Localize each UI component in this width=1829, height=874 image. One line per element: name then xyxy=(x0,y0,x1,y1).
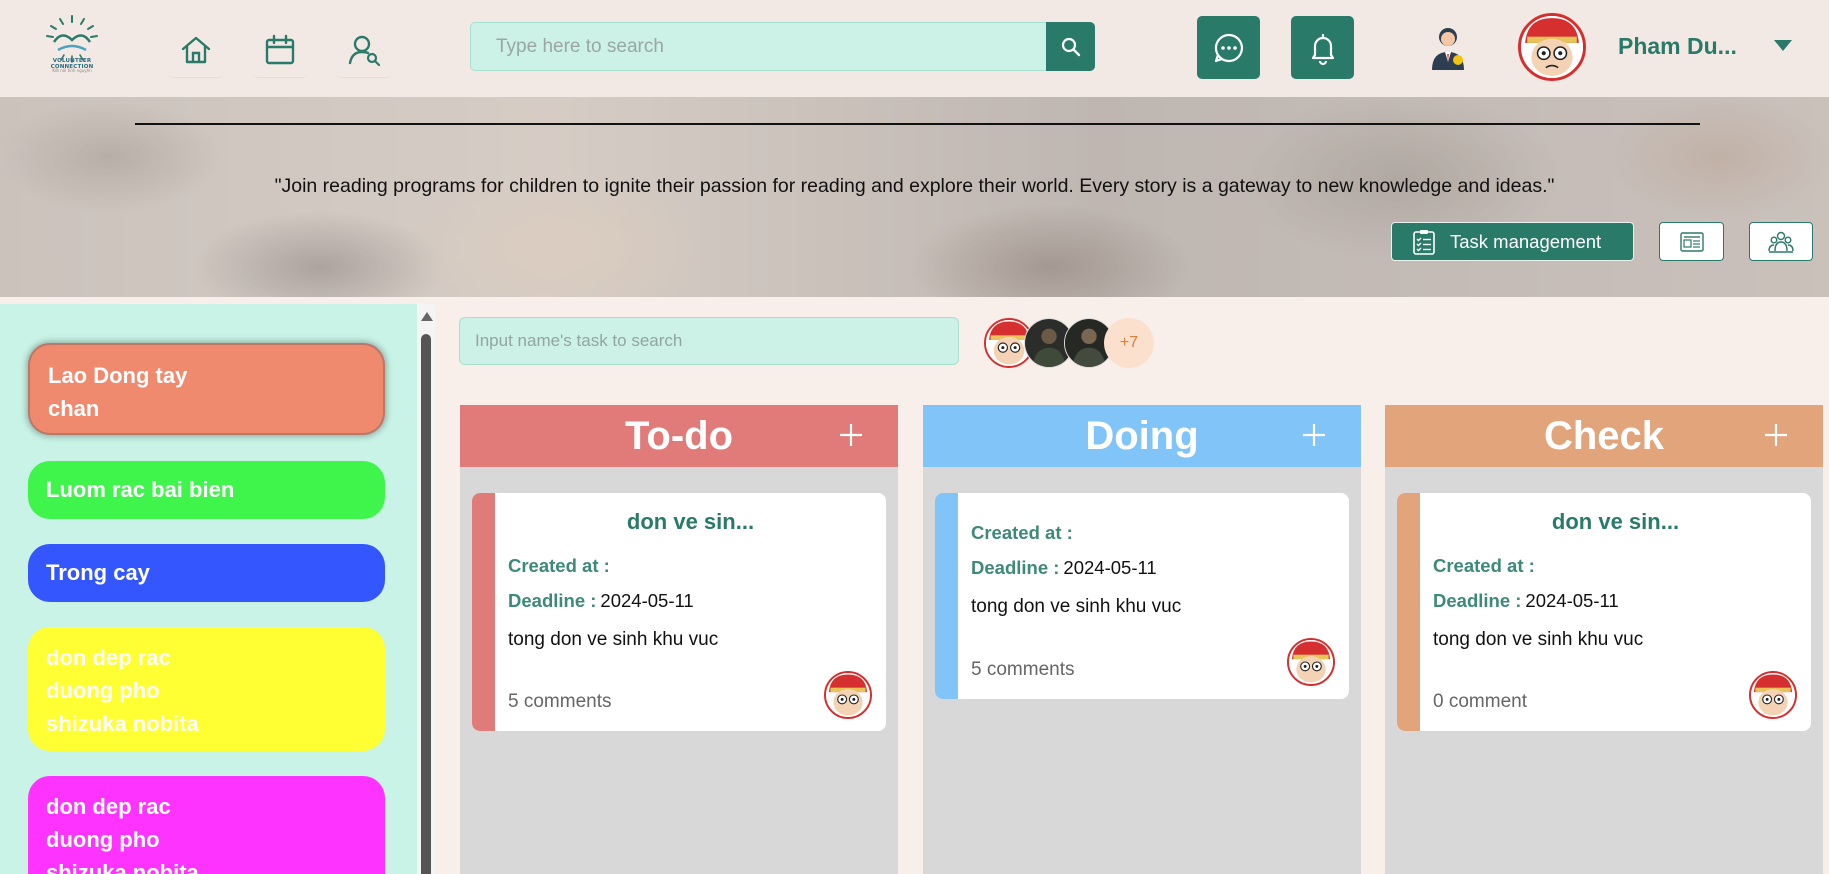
plus-icon xyxy=(840,424,862,446)
column-title: Check xyxy=(1543,413,1665,458)
add-task-button[interactable] xyxy=(1759,418,1793,452)
task-card[interactable]: Created at : Deadline :2024-05-11 tong d… xyxy=(935,493,1349,699)
banner-divider xyxy=(135,123,1700,125)
project-banner: "Join reading programs for children to i… xyxy=(0,97,1829,297)
card-description: tong don ve sinh khu vuc xyxy=(971,596,1182,617)
card-created: Created at : xyxy=(1433,555,1539,577)
notifications-button[interactable] xyxy=(1291,16,1354,79)
task-management-label: Task management xyxy=(1450,230,1602,252)
newsfeed-button[interactable] xyxy=(1659,222,1724,261)
sidebar-project-lao-dong[interactable]: Lao Dong tay chan xyxy=(28,343,385,435)
deadline-value: 2024-05-11 xyxy=(1063,557,1157,578)
nav-home[interactable] xyxy=(168,22,224,78)
sidebar-project-trong-cay[interactable]: Trong cay xyxy=(28,544,385,602)
members-button[interactable] xyxy=(1749,222,1813,261)
clipboard-checklist-icon xyxy=(1413,229,1435,255)
deadline-label: Deadline : xyxy=(508,590,597,611)
card-title: don ve sin... xyxy=(626,509,755,534)
more-members-badge[interactable]: +7 xyxy=(1104,318,1154,368)
scroll-up-arrow-icon[interactable] xyxy=(421,312,433,321)
app-logo[interactable]: VOLUNTEER CONNECTION Kết nối tình nguyện xyxy=(36,12,108,82)
card-comments[interactable]: 0 comment xyxy=(1433,691,1527,713)
user-search-icon xyxy=(348,35,381,66)
column-todo: To-do don ve sin... Created at : Deadlin… xyxy=(460,405,898,874)
global-search-input[interactable] xyxy=(471,23,1045,70)
avatar-cartoon-icon xyxy=(1289,640,1333,684)
column-title: Doing xyxy=(1085,413,1199,458)
card-deadline: Deadline :2024-05-11 xyxy=(971,557,1157,579)
card-created: Created at : xyxy=(508,555,614,577)
scroll-thumb[interactable] xyxy=(421,334,431,874)
card-assignee-avatar[interactable] xyxy=(1749,671,1797,719)
task-search-input[interactable] xyxy=(459,317,959,365)
column-header: Doing xyxy=(923,405,1361,467)
deadline-label: Deadline : xyxy=(971,557,1060,578)
search-icon xyxy=(1061,37,1080,56)
deadline-value: 2024-05-11 xyxy=(600,590,694,611)
messages-button[interactable] xyxy=(1197,16,1260,79)
card-comments[interactable]: 5 comments xyxy=(971,659,1074,681)
plus-icon xyxy=(1303,424,1325,446)
sidebar-project-luom-rac[interactable]: Luom rac bai bien xyxy=(28,461,385,519)
card-assignee-avatar[interactable] xyxy=(1287,638,1335,686)
sidebar-project-don-dep-1[interactable]: don dep rac duong pho shizuka nobita xyxy=(28,627,385,751)
newspaper-icon xyxy=(1679,231,1704,252)
card-created: Created at : xyxy=(971,522,1077,544)
team-icon xyxy=(1768,231,1794,253)
card-deadline: Deadline :2024-05-11 xyxy=(508,590,694,612)
card-description: tong don ve sinh khu vuc xyxy=(508,629,719,650)
card-description: tong don ve sinh khu vuc xyxy=(1433,629,1644,650)
column-header: Check xyxy=(1385,405,1823,467)
nav-calendar[interactable] xyxy=(252,22,308,78)
deadline-label: Deadline : xyxy=(1433,590,1522,611)
user-menu-caret-icon[interactable] xyxy=(1774,40,1792,51)
calendar-icon xyxy=(265,34,295,64)
column-header: To-do xyxy=(460,405,898,467)
card-color-stripe xyxy=(935,493,958,699)
manager-icon[interactable] xyxy=(1428,26,1468,70)
card-title: don ve sin... xyxy=(1551,509,1680,534)
bell-icon xyxy=(1311,33,1334,65)
add-task-button[interactable] xyxy=(1297,418,1331,452)
global-search xyxy=(470,22,1095,71)
task-management-button[interactable]: Task management xyxy=(1391,222,1634,261)
column-check: Check don ve sin... Created at : Deadlin… xyxy=(1385,405,1823,874)
created-label: Created at : xyxy=(971,522,1073,543)
top-header: VOLUNTEER CONNECTION Kết nối tình nguyện xyxy=(0,0,1829,97)
avatar-cartoon-icon xyxy=(1521,16,1583,78)
created-label: Created at : xyxy=(508,555,610,576)
card-comments[interactable]: 5 comments xyxy=(508,691,611,713)
logo-tagline: Kết nối tình nguyện xyxy=(52,68,92,73)
user-name[interactable]: Pham Du... xyxy=(1618,33,1737,60)
project-sidebar: Lao Dong tay chan Luom rac bai bien Tron… xyxy=(0,304,417,874)
task-card[interactable]: don ve sin... Created at : Deadline :202… xyxy=(472,493,886,731)
card-deadline: Deadline :2024-05-11 xyxy=(1433,590,1619,612)
avatar-cartoon-icon xyxy=(1751,673,1795,717)
user-avatar[interactable] xyxy=(1518,13,1586,81)
plus-icon xyxy=(1765,424,1787,446)
card-assignee-avatar[interactable] xyxy=(824,671,872,719)
nav-profile[interactable] xyxy=(336,22,392,78)
column-doing: Doing Created at : Deadline :2024-05-11 … xyxy=(923,405,1361,874)
sidebar-scrollbar[interactable] xyxy=(417,304,435,874)
home-icon xyxy=(181,36,211,63)
created-label: Created at : xyxy=(1433,555,1535,576)
card-color-stripe xyxy=(472,493,495,731)
card-color-stripe xyxy=(1397,493,1420,731)
task-card[interactable]: don ve sin... Created at : Deadline :202… xyxy=(1397,493,1811,731)
deadline-value: 2024-05-11 xyxy=(1525,590,1619,611)
chat-icon xyxy=(1214,33,1243,62)
sidebar-project-don-dep-2[interactable]: don dep rac duong pho shizuka nobita xyxy=(28,776,385,874)
add-task-button[interactable] xyxy=(834,418,868,452)
column-title: To-do xyxy=(624,413,734,458)
avatar-cartoon-icon xyxy=(826,673,870,717)
search-button[interactable] xyxy=(1046,22,1095,71)
banner-quote: "Join reading programs for children to i… xyxy=(274,175,1555,197)
